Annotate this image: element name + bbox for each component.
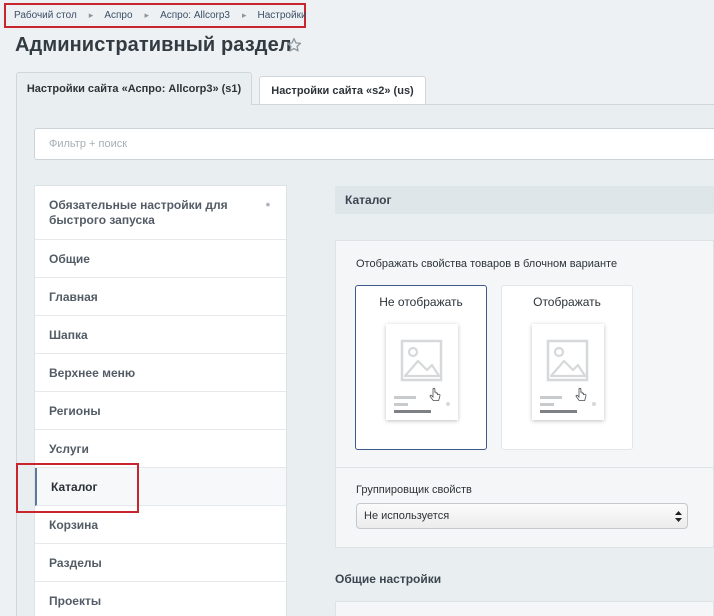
image-placeholder-icon: [546, 339, 589, 382]
menu-item-catalog[interactable]: Каталог: [35, 468, 286, 506]
breadcrumb-item-settings[interactable]: Настройки: [258, 10, 307, 21]
image-placeholder-icon: [400, 339, 443, 382]
menu-item-general[interactable]: Общие: [35, 240, 286, 278]
chevron-right-icon: ▸: [144, 10, 150, 20]
breadcrumb-item-desktop[interactable]: Рабочий стол: [14, 10, 77, 21]
settings-menu: Обязательные настройки для быстрого запу…: [34, 185, 287, 616]
chevron-right-icon: ▸: [88, 10, 94, 20]
property-grouper-label: Группировщик свойств: [356, 484, 472, 496]
thumbnail-preview: [532, 324, 604, 420]
section-divider: [335, 467, 714, 468]
menu-item-top-menu[interactable]: Верхнее меню: [35, 354, 286, 392]
star-icon[interactable]: [286, 37, 302, 53]
option-card-title: Отображать: [533, 295, 601, 309]
breadcrumb-item-allcorp3[interactable]: Аспро: Allcorp3: [160, 10, 230, 21]
select-arrows-icon: [675, 511, 682, 522]
menu-item-main[interactable]: Главная: [35, 278, 286, 316]
menu-item-sections[interactable]: Разделы: [35, 544, 286, 582]
tab-site-s1[interactable]: Настройки сайта «Аспро: Allcorp3» (s1): [16, 72, 252, 105]
property-grouper-select[interactable]: Не используется: [356, 503, 688, 529]
option-card-title: Не отображать: [379, 295, 463, 309]
menu-item-required-settings[interactable]: Обязательные настройки для быстрого запу…: [35, 186, 286, 240]
display-properties-label: Отображать свойства товаров в блочном ва…: [356, 258, 618, 270]
select-value: Не используется: [364, 510, 450, 522]
hand-cursor-icon: [429, 387, 441, 401]
menu-item-services[interactable]: Услуги: [35, 430, 286, 468]
filter-search-input[interactable]: Фильтр + поиск: [34, 128, 714, 160]
chevron-right-icon: ▸: [241, 10, 247, 20]
thumbnail-preview: [386, 324, 458, 420]
required-asterisk-icon: *: [265, 201, 270, 213]
page-title: Административный раздел: [15, 34, 292, 56]
menu-item-regions[interactable]: Регионы: [35, 392, 286, 430]
general-settings-title: Общие настройки: [335, 572, 442, 586]
menu-item-label: Обязательные настройки для быстрого запу…: [49, 198, 228, 227]
menu-item-projects[interactable]: Проекты: [35, 582, 286, 616]
breadcrumb: Рабочий стол ▸ Аспро ▸ Аспро: Allcorp3 ▸…: [4, 3, 307, 28]
general-settings-box: [335, 601, 714, 616]
hand-cursor-icon: [575, 387, 587, 401]
option-card-hide[interactable]: Не отображать: [355, 285, 487, 450]
section-header-catalog: Каталог: [335, 186, 714, 214]
tab-site-s2[interactable]: Настройки сайта «s2» (us): [259, 76, 426, 104]
menu-item-header[interactable]: Шапка: [35, 316, 286, 354]
menu-item-cart[interactable]: Корзина: [35, 506, 286, 544]
option-card-show[interactable]: Отображать: [501, 285, 633, 450]
breadcrumb-item-aspro[interactable]: Аспро: [104, 10, 132, 21]
filter-placeholder: Фильтр + поиск: [49, 138, 128, 150]
